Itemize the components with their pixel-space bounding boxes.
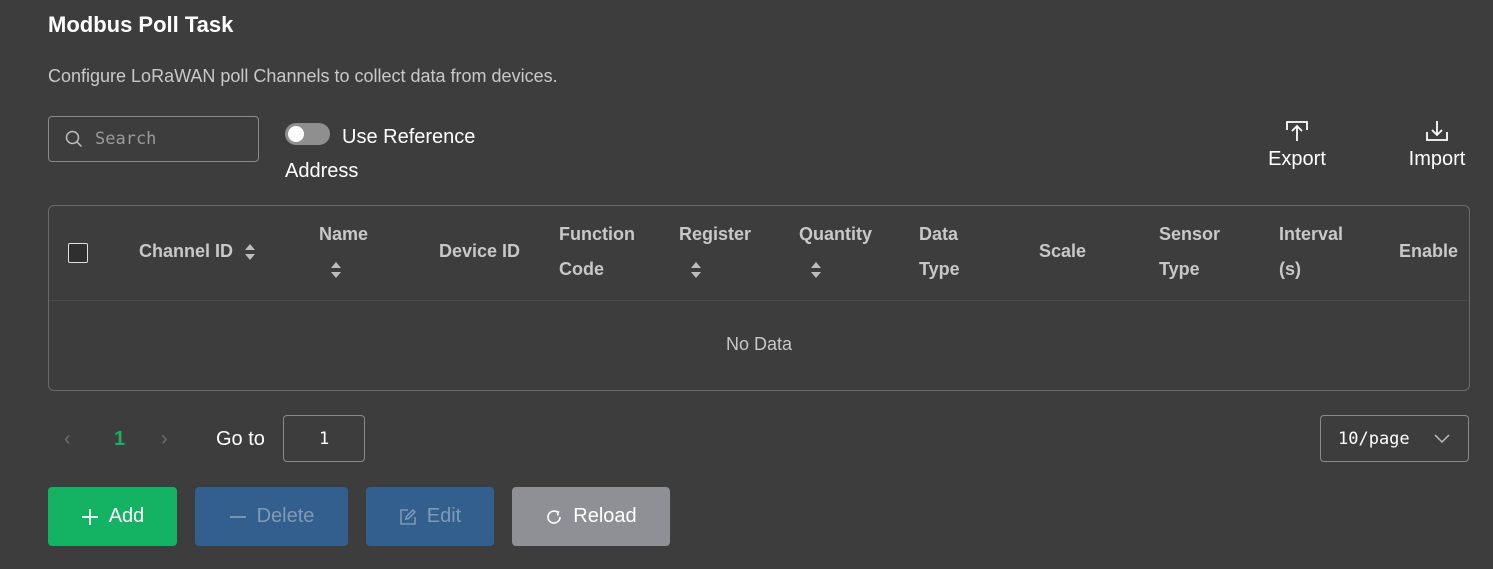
col-data-type: Data Type xyxy=(919,224,960,279)
page-size-value: 10/page xyxy=(1338,428,1410,449)
export-label: Export xyxy=(1268,148,1326,170)
search-box[interactable] xyxy=(48,116,259,162)
edit-icon xyxy=(400,508,416,525)
chevron-down-icon xyxy=(1434,434,1450,444)
select-all-checkbox[interactable] xyxy=(68,243,88,263)
search-input[interactable] xyxy=(93,128,247,150)
table-header: Channel ID Name Device ID Function Code … xyxy=(49,206,1469,301)
sort-icon[interactable] xyxy=(808,260,824,280)
col-function-code: Function Code xyxy=(559,224,635,279)
next-page-button[interactable]: › xyxy=(161,428,168,451)
export-icon xyxy=(1286,121,1308,141)
col-sensor-type: Sensor Type xyxy=(1159,224,1221,279)
toggle-label: Use Reference Address xyxy=(285,126,476,182)
reload-icon xyxy=(547,509,562,524)
page-title: Modbus Poll Task xyxy=(48,12,234,37)
col-scale: Scale xyxy=(1039,241,1087,261)
col-channel-id[interactable]: Channel ID xyxy=(139,234,258,269)
minus-icon xyxy=(229,515,246,518)
import-label: Import xyxy=(1408,148,1466,170)
channels-table: Channel ID Name Device ID Function Code … xyxy=(48,205,1470,391)
sort-icon[interactable] xyxy=(242,242,258,262)
add-button[interactable]: Add xyxy=(48,487,177,546)
col-interval: Interval (s) xyxy=(1279,224,1344,279)
import-icon xyxy=(1426,121,1448,141)
sort-icon[interactable] xyxy=(328,260,344,280)
col-quantity[interactable]: Quantity xyxy=(799,217,872,287)
col-register[interactable]: Register xyxy=(679,217,751,287)
export-button[interactable]: Export xyxy=(1262,120,1332,171)
prev-page-button[interactable]: ‹ xyxy=(64,428,71,451)
col-enable: Enable xyxy=(1399,241,1459,261)
empty-state: No Data xyxy=(725,334,793,354)
search-icon xyxy=(65,130,83,148)
page-size-select[interactable]: 10/page xyxy=(1320,415,1469,462)
goto-label: Go to xyxy=(216,428,265,450)
page-description: Configure LoRaWAN poll Channels to colle… xyxy=(48,66,558,86)
delete-button[interactable]: Delete xyxy=(195,487,348,546)
page-number-current[interactable]: 1 xyxy=(114,428,125,451)
col-name[interactable]: Name xyxy=(319,217,368,287)
plus-icon xyxy=(81,508,98,525)
reload-button[interactable]: Reload xyxy=(512,487,670,546)
col-device-id: Device ID xyxy=(439,241,521,261)
goto-page-input[interactable] xyxy=(283,415,365,462)
import-button[interactable]: Import xyxy=(1402,120,1472,171)
edit-button[interactable]: Edit xyxy=(366,487,494,546)
sort-icon[interactable] xyxy=(688,260,704,280)
